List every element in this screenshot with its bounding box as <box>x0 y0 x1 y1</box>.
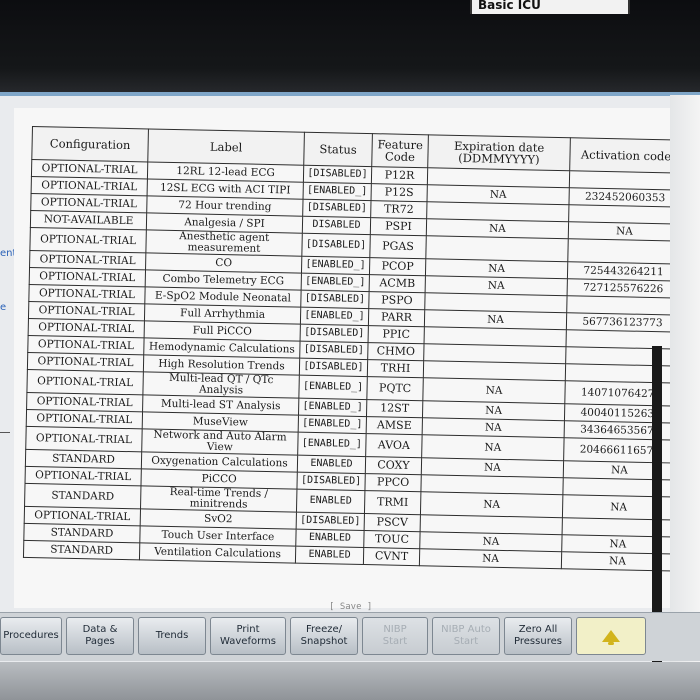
cell-configuration: OPTIONAL-TRIAL <box>26 369 144 395</box>
cell-status: [ENABLED_] <box>297 432 367 457</box>
cell-feature-code: TRHI <box>367 359 424 378</box>
alarm-bell-icon <box>602 630 620 645</box>
cell-expiration-date: NA <box>419 548 562 569</box>
cell-status: [ENABLED_] <box>298 375 368 400</box>
cell-expiration-date: NA <box>422 377 566 404</box>
alarm-bell-button[interactable] <box>576 617 646 655</box>
cell-feature-code: PPCO <box>364 473 422 492</box>
cell-feature-code: PSPI <box>370 217 427 236</box>
cell-status: [ENABLED_] <box>298 415 367 434</box>
cell-status: [DISABLED] <box>301 233 371 258</box>
cell-status: [DISABLED] <box>296 512 365 531</box>
software-options-panel: Configuration Label Status Feature Code … <box>14 108 683 612</box>
cell-feature-code: COXY <box>365 456 422 475</box>
cell-expiration-date: NA <box>420 491 563 518</box>
cell-status: [ENABLED_] <box>301 256 370 275</box>
cell-label: Anesthetic agent measurement <box>145 229 303 257</box>
feature-options-table: Configuration Label Status Feature Code … <box>23 126 683 572</box>
nibp-start-button[interactable]: NIBP Start <box>362 617 428 655</box>
cell-configuration: STANDARD <box>24 483 141 509</box>
cell-status: [DISABLED] <box>302 199 372 218</box>
cell-status: [ENABLED_] <box>300 307 369 326</box>
cell-label: Multi-lead QT / QTc Analysis <box>142 371 300 399</box>
cell-status: [DISABLED] <box>303 165 372 184</box>
cell-feature-code: P12R <box>371 166 428 185</box>
cell-feature-code: ACMB <box>369 274 426 293</box>
cell-status: DISABLED <box>302 216 371 235</box>
print-waveforms-button[interactable]: Print Waveforms <box>210 617 286 655</box>
bottom-toolbar: Procedures Data & Pages Trends Print Wav… <box>0 612 700 661</box>
cell-feature-code: PSPO <box>368 291 426 310</box>
procedures-button[interactable]: Procedures <box>0 617 62 655</box>
cell-feature-code: CHMO <box>367 342 425 361</box>
monitor-bottom-bezel <box>0 662 700 700</box>
cell-status: [DISABLED] <box>299 358 368 377</box>
cell-feature-code: PARR <box>368 308 425 327</box>
cell-feature-code: 12ST <box>366 399 423 418</box>
cell-status: [ENABLED_] <box>298 398 367 417</box>
zero-all-pressures-button[interactable]: Zero All Pressures <box>504 617 572 655</box>
cell-label: Network and Auto Alarm View <box>141 428 299 456</box>
cell-configuration: OPTIONAL-TRIAL <box>25 426 143 452</box>
cell-label: Real-time Trends / minitrends <box>140 485 297 513</box>
cell-feature-code: PPIC <box>368 325 425 344</box>
cell-label: Ventilation Calculations <box>139 542 296 564</box>
trends-button[interactable]: Trends <box>138 617 206 655</box>
monitor-screen: ent e Configuration Label Status Feature… <box>0 92 700 696</box>
sidebar-divider <box>0 432 10 433</box>
freeze-snapshot-button[interactable]: Freeze/ Snapshot <box>290 617 358 655</box>
cell-expiration-date <box>425 235 569 262</box>
cell-feature-code: TR72 <box>370 200 427 219</box>
cell-activation-code <box>567 238 681 265</box>
header-feature-code: Feature Code <box>371 133 429 168</box>
cell-feature-code: CVNT <box>363 547 420 566</box>
cell-feature-code: AVOA <box>365 433 423 458</box>
cell-status: ENABLED <box>295 546 364 565</box>
cell-feature-code: TOUC <box>363 530 421 549</box>
cell-configuration: STANDARD <box>23 540 140 560</box>
cell-feature-code: AMSE <box>366 416 423 435</box>
sidebar-fragment-2: e <box>0 302 7 313</box>
header-configuration: Configuration <box>31 126 149 162</box>
cell-status: ENABLED <box>297 455 366 474</box>
cell-status: [DISABLED] <box>300 290 370 309</box>
header-activation-code: Activation code <box>569 137 683 174</box>
cell-status: [DISABLED] <box>300 324 369 343</box>
cell-status: [DISABLED] <box>299 341 369 360</box>
cell-status: [ENABLED_] <box>301 273 370 292</box>
cell-feature-code: P12S <box>371 183 428 202</box>
nibp-auto-start-button[interactable]: NIBP Auto Start <box>432 617 500 655</box>
save-button[interactable]: [ Save ] <box>329 602 372 612</box>
data-pages-button[interactable]: Data & Pages <box>66 617 134 655</box>
cell-feature-code: PCOP <box>369 257 426 276</box>
cell-expiration-date: NA <box>421 434 565 461</box>
monitor-profile-label: Basic ICU <box>470 0 630 14</box>
cell-feature-code: PGAS <box>369 234 427 259</box>
cell-status: [ENABLED_] <box>303 182 372 201</box>
monitor-right-frame <box>670 95 700 670</box>
monitor-top-bezel: Basic ICU <box>0 0 700 98</box>
cell-feature-code: TRMI <box>364 490 421 515</box>
cell-status: [DISABLED] <box>296 472 366 491</box>
header-expiration-date: Expiration date (DDMMYYYY) <box>427 134 571 171</box>
cell-feature-code: PSCV <box>364 513 421 532</box>
cell-status: ENABLED <box>295 529 365 548</box>
cell-feature-code: PQTC <box>366 376 424 401</box>
cell-status: ENABLED <box>296 489 365 514</box>
cell-configuration: OPTIONAL-TRIAL <box>29 227 147 253</box>
header-status: Status <box>303 132 373 167</box>
header-label: Label <box>147 128 305 166</box>
